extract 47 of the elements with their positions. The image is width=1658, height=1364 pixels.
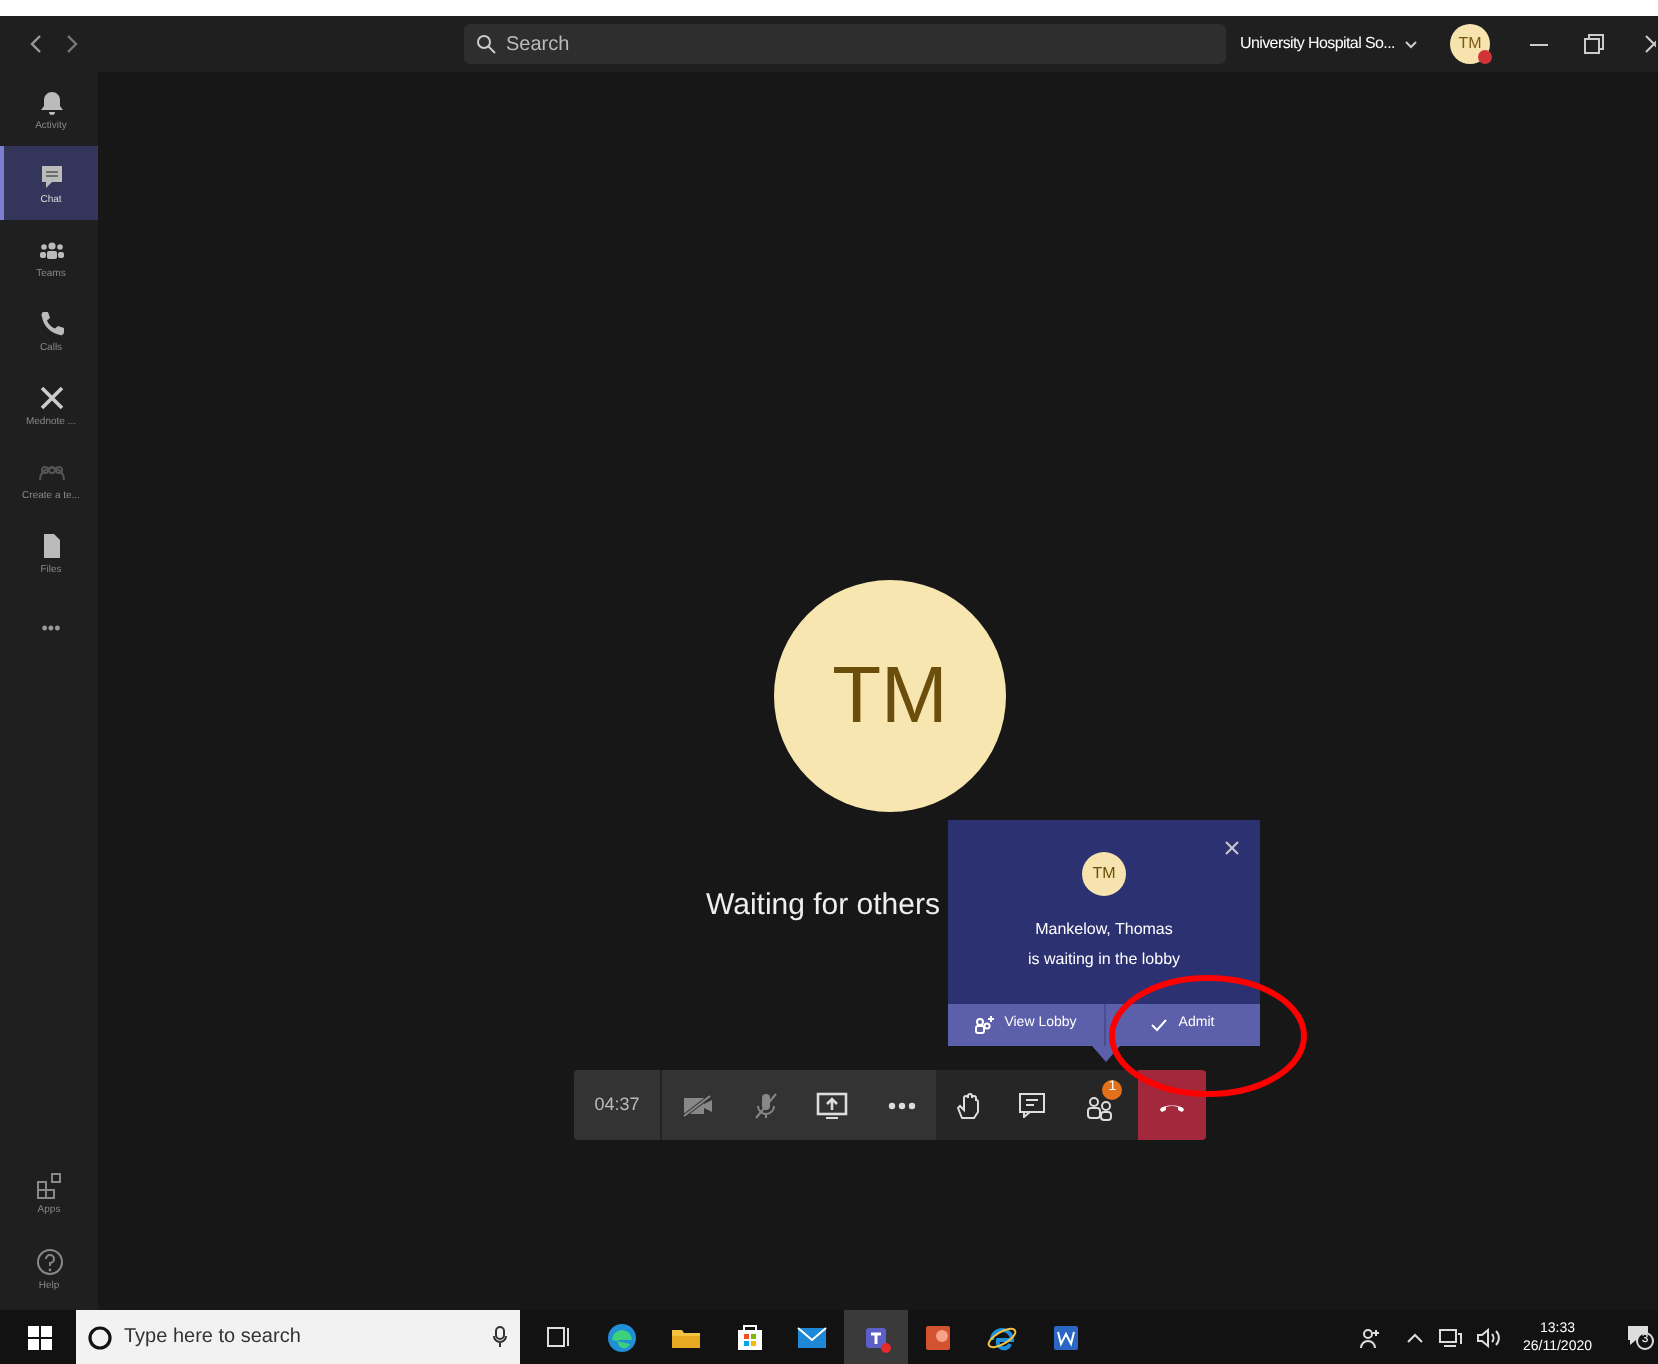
search-field[interactable]: Search — [464, 24, 1226, 64]
search-placeholder: Search — [506, 31, 570, 59]
microphone-icon — [492, 1326, 508, 1348]
camera-off-icon[interactable] — [681, 1093, 714, 1117]
help-icon — [35, 1248, 63, 1276]
phone-icon — [37, 309, 65, 337]
forward-icon[interactable] — [64, 34, 80, 54]
x-icon — [37, 383, 65, 411]
participant-avatar: TM — [1082, 852, 1126, 896]
waiting-message: Waiting for others — [706, 886, 940, 926]
windows-icon[interactable] — [28, 1325, 52, 1349]
apps-icon — [35, 1172, 63, 1200]
chevron-up-icon[interactable] — [1406, 1331, 1425, 1343]
call-timer: 04:37 — [574, 1070, 662, 1140]
slides-app-icon — [922, 1321, 955, 1353]
chat-icon — [37, 161, 65, 189]
person-icon[interactable] — [1360, 1327, 1381, 1347]
taskbar-search-field[interactable]: Type here to search — [76, 1310, 520, 1364]
shopping-bag-icon — [733, 1321, 766, 1353]
more-icon[interactable] — [888, 1101, 917, 1109]
browser-swirl-icon — [606, 1321, 639, 1353]
volume-icon[interactable] — [1476, 1327, 1501, 1347]
organization-name[interactable]: University Hospital So... — [1240, 32, 1395, 56]
microphone-off-icon[interactable] — [753, 1091, 778, 1119]
search-icon — [476, 34, 496, 54]
network-icon[interactable] — [1438, 1327, 1463, 1347]
people-add-icon — [974, 1016, 995, 1034]
close-icon[interactable] — [1644, 34, 1656, 54]
restore-icon[interactable] — [1584, 34, 1604, 54]
lobby-message: is waiting in the lobby — [1027, 948, 1181, 972]
chat-icon[interactable] — [1018, 1092, 1047, 1118]
share-screen-icon[interactable] — [816, 1091, 849, 1119]
close-icon[interactable] — [1224, 840, 1240, 856]
participants-icon[interactable] — [1086, 1093, 1115, 1121]
envelope-icon — [796, 1321, 829, 1353]
checkmark-icon — [1150, 1018, 1169, 1032]
bell-icon — [37, 87, 65, 115]
back-icon[interactable] — [28, 34, 44, 54]
participant-avatar: TM — [774, 580, 1006, 812]
participant-name: Mankelow, Thomas — [1035, 918, 1173, 942]
sidebar-item[interactable]: ••• — [0, 590, 98, 664]
cortana-icon — [88, 1325, 112, 1349]
search-placeholder: Type here to search — [124, 1324, 303, 1352]
user-avatar[interactable]: TM — [1450, 24, 1490, 64]
chevron-down-icon[interactable] — [1404, 39, 1419, 49]
document-app-icon — [1049, 1321, 1082, 1353]
raise-hand-icon[interactable] — [955, 1091, 980, 1119]
